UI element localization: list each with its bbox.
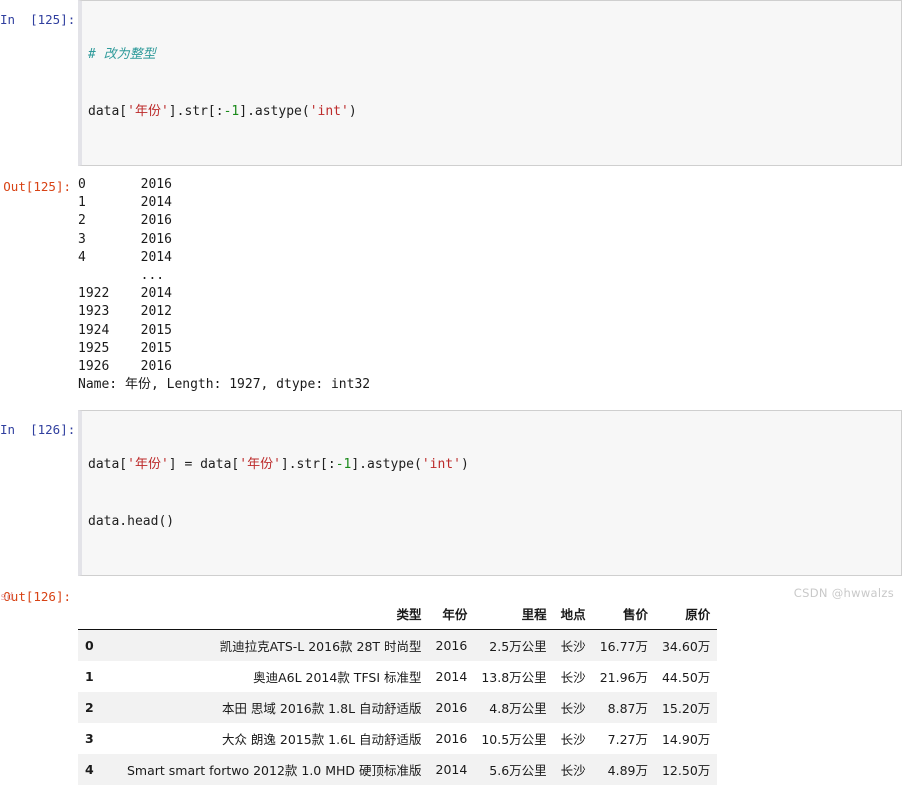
table-cell: 长沙 <box>553 692 593 724</box>
code-cell-125[interactable]: In [125]: # 改为整型 data['年份'].str[:-1].ast… <box>0 0 902 166</box>
table-cell: 长沙 <box>553 754 593 785</box>
table-cell: 12.50万 <box>654 754 718 785</box>
table-cell: 21.96万 <box>592 661 655 693</box>
out-prompt-125: Out[125]: <box>3 179 71 194</box>
table-cell: 7.27万 <box>592 723 655 755</box>
table-row: 1 奥迪A6L 2014款 TFSI 标准型 2014 13.8万公里 长沙 21.96万… <box>78 661 718 693</box>
table-cell: 4.89万 <box>592 754 655 785</box>
table-row: 4 Smart smart fortwo 2012款 1.0 MHD 硬顶标准版 2… <box>78 754 718 785</box>
code-token: data[ <box>88 104 128 119</box>
code-line: data['年份'] = data['年份'].str[:-1].astype(… <box>88 455 897 474</box>
table-cell: 13.8万公里 <box>474 661 554 693</box>
series-output-text: 0 2016 1 2014 2 2016 3 2016 4 2014 ... 1… <box>78 177 371 393</box>
code-line: data['年份'].str[:-1].astype('int') <box>88 102 897 121</box>
code-editor-125[interactable]: # 改为整型 data['年份'].str[:-1].astype('int') <box>78 0 902 166</box>
row-index-cell: 0 <box>78 629 120 662</box>
in-prompt-126: In [126]: <box>0 422 76 438</box>
dataframe-header-row: 类型 年份 里程 地点 售价 原价 <box>78 600 718 631</box>
code-token: 'int' <box>421 457 461 473</box>
table-cell: 长沙 <box>553 629 593 662</box>
dataframe-head: 类型 年份 里程 地点 售价 原价 <box>78 600 718 631</box>
table-cell: 8.87万 <box>592 692 655 724</box>
table-cell: 凯迪拉克ATS-L 2016款 28T 时尚型 <box>120 629 429 662</box>
code-token: data[ <box>88 457 128 473</box>
table-cell: 44.50万 <box>654 661 718 693</box>
table-cell: 2.5万公里 <box>474 629 554 662</box>
dataframe-column-header: 地点 <box>553 600 593 631</box>
code-token: ].astype( <box>351 457 422 473</box>
table-cell: 10.5万公里 <box>474 723 554 755</box>
dataframe-column-header: 里程 <box>474 600 554 631</box>
dataframe-column-header: 原价 <box>654 600 718 631</box>
csdn-watermark: CSDN @hwwalzs <box>793 586 894 600</box>
code-line: # 改为整型 <box>88 45 897 64</box>
code-token: -1 <box>335 457 352 473</box>
code-token: ].str[: <box>280 457 336 473</box>
table-cell: 14.90万 <box>654 723 718 755</box>
output-cell-125: Out[125]: 0 2016 1 2014 2 2016 3 2016 4 … <box>0 174 902 394</box>
table-cell: 奥迪A6L 2014款 TFSI 标准型 <box>120 661 429 693</box>
code-line: data.head() <box>88 512 897 531</box>
table-cell: Smart smart fortwo 2012款 1.0 MHD 硬顶标准版 <box>120 754 429 785</box>
cell-spacer <box>0 166 902 174</box>
row-index-cell: 1 <box>78 661 120 693</box>
table-cell: 2014 <box>428 661 475 693</box>
dataframe-body: 0 凯迪拉克ATS-L 2016款 28T 时尚型 2016 2.5万公里 长沙 16.7… <box>78 629 718 785</box>
code-token: '年份' <box>127 104 169 119</box>
edge-text-fragment: sd <box>0 590 14 603</box>
code-token: ].str[: <box>168 104 224 119</box>
table-cell: 15.20万 <box>654 692 718 724</box>
code-token: ) <box>460 457 469 473</box>
table-row: 2 本田 思域 2016款 1.8L 自动舒适版 2016 4.8万公里 长沙 8.87万… <box>78 692 718 724</box>
code-token: ] = data[ <box>168 457 240 473</box>
table-row: 0 凯迪拉克ATS-L 2016款 28T 时尚型 2016 2.5万公里 长沙 16.7… <box>78 629 718 662</box>
table-cell: 5.6万公里 <box>474 754 554 785</box>
code-editor-126[interactable]: data['年份'] = data['年份'].str[:-1].astype(… <box>78 410 902 577</box>
table-cell: 2016 <box>428 692 475 724</box>
code-token: data.head() <box>88 514 175 530</box>
row-index-cell: 2 <box>78 692 120 724</box>
code-token: ) <box>348 104 357 119</box>
table-cell: 长沙 <box>553 723 593 755</box>
table-row: 3 大众 朗逸 2015款 1.6L 自动舒适版 2016 10.5万公里 长沙 7.27… <box>78 723 718 755</box>
code-token: # 改为整型 <box>88 47 156 62</box>
dataframe-column-header: 年份 <box>428 600 475 631</box>
dataframe-column-header: 类型 <box>120 600 429 631</box>
table-cell: 2014 <box>428 754 475 785</box>
code-token: ].astype( <box>239 104 310 119</box>
row-index-cell: 3 <box>78 723 120 755</box>
table-cell: 长沙 <box>553 661 593 693</box>
dataframe-output: 类型 年份 里程 地点 售价 原价 0 凯迪拉克ATS-L 2016款 28T 时尚型 201… <box>78 584 902 785</box>
table-cell: 本田 思域 2016款 1.8L 自动舒适版 <box>120 692 429 724</box>
row-index-cell: 4 <box>78 754 120 785</box>
output-cell-126: Out[126]: 类型 年份 里程 地点 售价 原价 0 凯迪拉克ATS-L 2016款 … <box>0 584 902 785</box>
cell-spacer <box>0 394 902 410</box>
dataframe-table: 类型 年份 里程 地点 售价 原价 0 凯迪拉克ATS-L 2016款 28T 时尚型 201… <box>78 600 718 785</box>
cell-spacer <box>0 576 902 584</box>
code-token: '年份' <box>127 457 169 473</box>
dataframe-column-header: 售价 <box>592 600 655 631</box>
code-token: '年份' <box>239 457 281 473</box>
table-cell: 2016 <box>428 723 475 755</box>
table-cell: 16.77万 <box>592 629 655 662</box>
code-cell-126[interactable]: In [126]: data['年份'] = data['年份'].str[:-… <box>0 410 902 577</box>
table-cell: 4.8万公里 <box>474 692 554 724</box>
in-prompt-125: In [125]: <box>0 12 76 27</box>
table-cell: 34.60万 <box>654 629 718 662</box>
code-token: 'int' <box>309 104 349 119</box>
dataframe-index-header <box>78 600 120 631</box>
table-cell: 2016 <box>428 629 475 662</box>
table-cell: 大众 朗逸 2015款 1.6L 自动舒适版 <box>120 723 429 755</box>
code-token: -1 <box>223 104 240 119</box>
